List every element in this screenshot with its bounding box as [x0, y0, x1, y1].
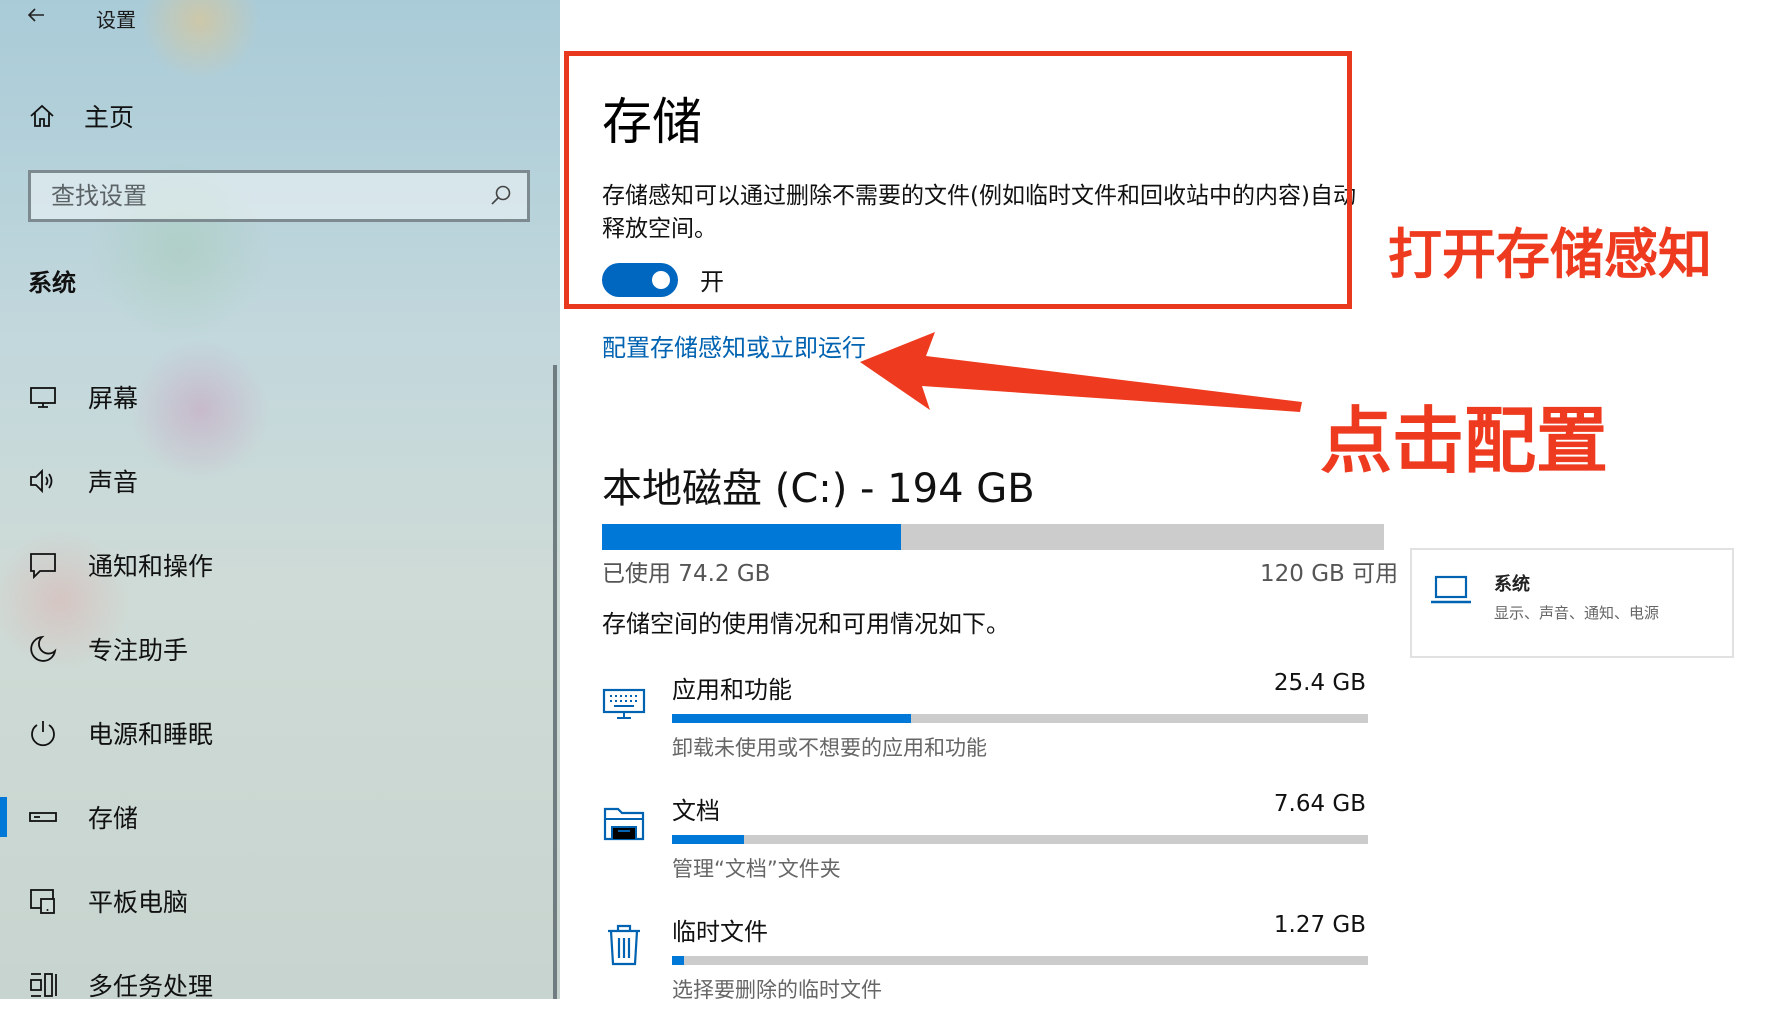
sidebar-item-sound[interactable]: 声音: [0, 439, 553, 523]
speaker-icon: [28, 466, 58, 496]
section-title: 系统: [28, 269, 76, 297]
sidebar-scrollbar[interactable]: [553, 365, 557, 999]
back-button[interactable]: [26, 0, 46, 30]
moon-icon: [28, 634, 58, 664]
category-name: 临时文件: [672, 918, 768, 946]
disk-usage-bar[interactable]: [602, 524, 1384, 550]
sidebar-item-power[interactable]: 电源和睡眠: [0, 691, 553, 775]
annotation-open-storage-sense: 打开存储感知: [1388, 223, 1712, 286]
sidebar-item-storage[interactable]: 存储: [0, 775, 553, 859]
category-size: 7.64 GB: [1273, 791, 1366, 817]
sidebar-item-label: 专注助手: [88, 636, 189, 665]
laptop-icon: [1431, 575, 1471, 604]
category-bar: [672, 714, 1368, 723]
category-size: 1.27 GB: [1273, 912, 1366, 938]
sidebar-item-label: 多任务处理: [88, 972, 214, 999]
nav-home-label: 主页: [84, 103, 135, 132]
sidebar-item-focus-assist[interactable]: 专注助手: [0, 607, 553, 691]
storage-icon: [28, 802, 58, 832]
annotation-click-configure: 点击配置: [1320, 399, 1609, 483]
system-card-subtitle: 显示、声音、通知、电源: [1494, 604, 1660, 622]
message-icon: [28, 550, 58, 580]
disk-used-label: 已使用 74.2 GB: [602, 561, 771, 587]
tablet-icon: [28, 886, 58, 916]
sidebar-item-label: 平板电脑: [88, 888, 189, 917]
sidebar-item-label: 存储: [88, 804, 139, 833]
nav-list: 屏幕 声音 通知和操作 专注助手 电源和睡眠 存储 平板电脑 多任务处理: [0, 355, 553, 999]
system-card[interactable]: 系统 显示、声音、通知、电源: [1410, 548, 1734, 658]
category-size: 25.4 GB: [1273, 670, 1366, 696]
annotation-highlight-box: [564, 51, 1352, 309]
sidebar-item-multitasking[interactable]: 多任务处理: [0, 943, 553, 999]
category-bar-fill: [672, 714, 911, 723]
sidebar: 设置 主页 系统 屏幕 声音 通知: [0, 0, 560, 999]
category-apps[interactable]: 应用和功能 25.4 GB 卸载未使用或不想要的应用和功能: [602, 666, 1372, 787]
nav-home[interactable]: 主页: [28, 96, 134, 136]
search-input[interactable]: [49, 181, 473, 211]
usage-description: 存储空间的使用情况和可用情况如下。: [602, 610, 1010, 638]
system-card-title: 系统: [1494, 574, 1530, 595]
sidebar-item-label: 屏幕: [88, 384, 139, 413]
sidebar-item-notifications[interactable]: 通知和操作: [0, 523, 553, 607]
search-box[interactable]: [28, 170, 530, 222]
folder-icon: [603, 807, 645, 841]
search-icon[interactable]: [489, 184, 513, 208]
sidebar-item-display[interactable]: 屏幕: [0, 355, 553, 439]
disk-title: 本地磁盘 (C:) - 194 GB: [602, 466, 1035, 512]
storage-category-list: 应用和功能 25.4 GB 卸载未使用或不想要的应用和功能 文档 7.64 GB…: [602, 666, 1372, 1029]
multitask-icon: [28, 970, 58, 999]
power-icon: [28, 718, 58, 748]
sidebar-item-tablet[interactable]: 平板电脑: [0, 859, 553, 943]
category-name: 应用和功能: [672, 676, 792, 704]
category-bar-fill: [672, 835, 744, 844]
category-documents[interactable]: 文档 7.64 GB 管理“文档”文件夹: [602, 787, 1372, 908]
category-subtitle: 选择要删除的临时文件: [672, 978, 882, 1002]
category-bar: [672, 835, 1368, 844]
keyboard-icon: [602, 688, 646, 719]
configure-storage-sense-link[interactable]: 配置存储感知或立即运行: [602, 328, 866, 363]
window-title: 设置: [96, 8, 136, 32]
disk-usage-fill: [602, 524, 901, 550]
category-name: 文档: [672, 797, 720, 825]
category-subtitle: 管理“文档”文件夹: [672, 857, 841, 881]
sidebar-item-label: 声音: [88, 468, 139, 497]
sidebar-item-label: 通知和操作: [88, 552, 214, 581]
annotation-arrow-icon: [860, 332, 1302, 412]
category-subtitle: 卸载未使用或不想要的应用和功能: [672, 736, 987, 760]
category-bar: [672, 956, 1368, 965]
sidebar-item-label: 电源和睡眠: [88, 720, 214, 749]
category-temp-files[interactable]: 临时文件 1.27 GB 选择要删除的临时文件: [602, 908, 1372, 1029]
back-arrow-icon: [27, 8, 44, 22]
monitor-icon: [28, 382, 58, 412]
home-icon: [30, 104, 54, 127]
trash-icon: [608, 924, 640, 966]
disk-free-label: 120 GB 可用: [1260, 561, 1399, 587]
category-bar-fill: [672, 956, 684, 965]
